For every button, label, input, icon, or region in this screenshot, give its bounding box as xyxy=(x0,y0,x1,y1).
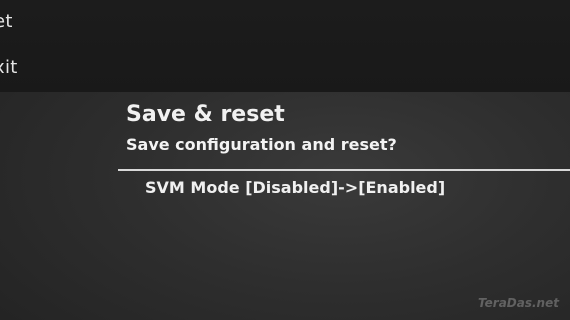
menu-panel: et xit xyxy=(0,0,570,92)
save-reset-dialog: Save & reset Save configuration and rese… xyxy=(0,92,570,320)
change-item-svm-mode: SVM Mode [Disabled]->[Enabled] xyxy=(145,178,446,197)
dialog-divider xyxy=(118,169,570,171)
watermark: TeraDas.net xyxy=(478,296,559,310)
menu-item-exit[interactable]: xit xyxy=(0,57,18,78)
bios-screen: et xit Save & reset Save configuration a… xyxy=(0,0,570,320)
dialog-title: Save & reset xyxy=(126,102,285,127)
dialog-question: Save configuration and reset? xyxy=(126,135,397,154)
menu-item-reset[interactable]: et xyxy=(0,11,13,32)
